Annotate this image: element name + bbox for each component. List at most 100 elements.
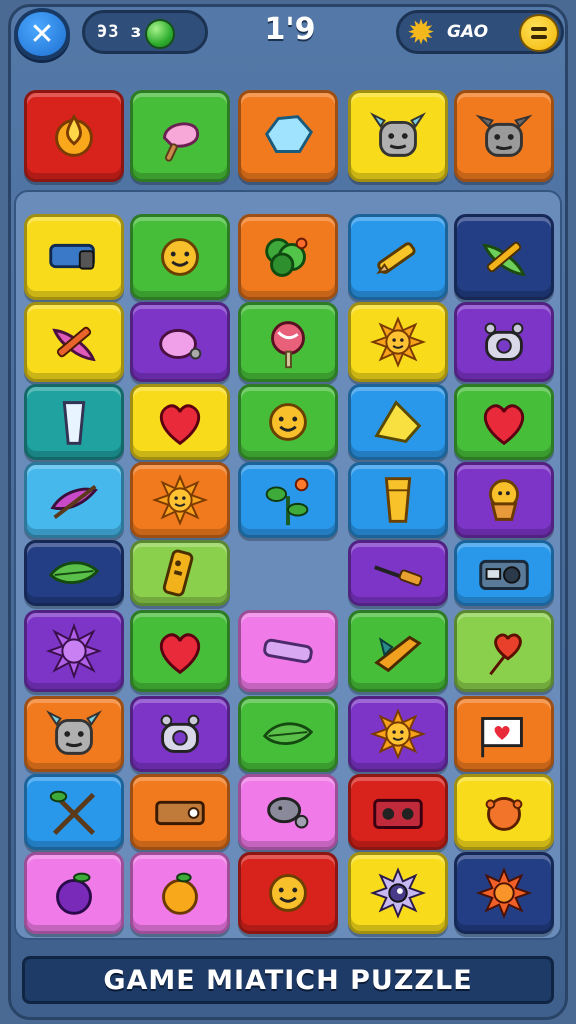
robot-face-icon <box>45 710 103 755</box>
game-tile[interactable] <box>130 90 230 182</box>
game-tile[interactable] <box>130 384 230 460</box>
game-tile[interactable] <box>24 462 124 538</box>
game-tile[interactable] <box>24 852 124 934</box>
close-button[interactable]: ✕ <box>14 8 70 60</box>
smiley-face-icon <box>269 874 307 912</box>
game-tile[interactable] <box>454 90 554 182</box>
game-tile[interactable] <box>454 540 554 606</box>
footer-banner: GAME MIATICH PUZZLE <box>22 956 554 1004</box>
game-tile[interactable] <box>348 540 448 606</box>
game-tile[interactable] <box>130 302 230 382</box>
rocket-icon <box>374 635 422 673</box>
sun-icon <box>151 474 209 526</box>
game-tile[interactable] <box>24 774 124 850</box>
counter-value: ЭЗ ɜ <box>97 22 142 42</box>
level-number: 1'9 <box>264 12 316 47</box>
brush-icon <box>52 326 96 362</box>
game-tile[interactable] <box>130 696 230 772</box>
game-tile[interactable] <box>130 610 230 692</box>
glass-icon <box>62 401 86 445</box>
pencil-icon <box>376 242 416 274</box>
heart-icon <box>159 404 201 446</box>
game-tile[interactable] <box>238 774 338 850</box>
menu-button[interactable] <box>519 14 559 52</box>
spiky-ball-icon <box>45 622 103 680</box>
game-tile[interactable] <box>130 852 230 934</box>
game-tile[interactable] <box>238 852 338 934</box>
robot-toy-icon <box>160 714 200 753</box>
boombox-icon <box>373 798 423 829</box>
game-tile[interactable] <box>348 302 448 382</box>
game-tile[interactable] <box>238 462 338 538</box>
game-tile[interactable] <box>24 610 124 692</box>
monster-face-icon <box>475 114 533 157</box>
feather-pen-icon <box>50 484 98 519</box>
game-tile[interactable] <box>238 90 338 182</box>
whistle-icon <box>159 328 202 360</box>
cup-icon <box>384 477 412 523</box>
score-label: GAO <box>447 22 489 42</box>
game-tile[interactable] <box>24 214 124 300</box>
cupcake-icon <box>488 479 520 521</box>
game-tile[interactable] <box>348 462 448 538</box>
game-tile[interactable] <box>238 302 338 382</box>
smiley-face-icon <box>161 238 199 276</box>
game-tile[interactable] <box>348 610 448 692</box>
game-tile[interactable] <box>130 774 230 850</box>
game-tile[interactable] <box>238 384 338 460</box>
robot-face-icon <box>369 112 427 157</box>
game-tile[interactable] <box>130 540 230 606</box>
crystal-icon <box>264 115 314 153</box>
snail-icon <box>267 796 309 829</box>
game-tile[interactable] <box>454 302 554 382</box>
empty-cell <box>238 540 338 606</box>
balloon-heart-icon <box>489 633 522 676</box>
heart-icon <box>483 404 525 446</box>
leaf-icon <box>48 561 100 584</box>
game-tile[interactable] <box>238 214 338 300</box>
lollipop-icon <box>271 321 305 369</box>
game-tile[interactable] <box>24 540 124 606</box>
sun-icon <box>369 708 427 760</box>
game-tile[interactable] <box>454 696 554 772</box>
ball-icon <box>485 796 523 831</box>
game-tile[interactable] <box>348 696 448 772</box>
gear-icon[interactable]: ✹ <box>403 15 439 51</box>
screwdriver-icon <box>374 565 423 587</box>
game-tile[interactable] <box>348 852 448 934</box>
close-icon: ✕ <box>29 16 55 52</box>
sun-icon <box>369 316 427 368</box>
game-tile[interactable] <box>348 384 448 460</box>
top-bar: ✕ ЭЗ ɜ 1'9 ✹ GAO <box>0 0 576 66</box>
plum-icon <box>56 872 92 915</box>
gem-icon <box>145 19 175 49</box>
game-tile[interactable] <box>238 696 338 772</box>
game-tile[interactable] <box>454 384 554 460</box>
score-pill: ✹ GAO <box>396 10 564 54</box>
game-tile[interactable] <box>454 610 554 692</box>
robot-toy-icon <box>484 322 524 361</box>
star-ball-icon <box>475 867 533 919</box>
game-tile[interactable] <box>24 302 124 382</box>
game-tile[interactable] <box>454 852 554 934</box>
leaf-bunch-icon <box>265 237 308 277</box>
game-title: GAME MIATICH PUZZLE <box>103 964 473 996</box>
pencil-leaf-icon <box>482 241 526 277</box>
game-tile[interactable] <box>24 384 124 460</box>
game-tile[interactable] <box>24 696 124 772</box>
game-tile[interactable] <box>454 774 554 850</box>
game-tile[interactable] <box>454 462 554 538</box>
game-tile[interactable] <box>238 610 338 692</box>
game-tile[interactable] <box>348 774 448 850</box>
game-tile[interactable] <box>348 214 448 300</box>
game-tile[interactable] <box>348 90 448 182</box>
leaf-icon <box>262 722 314 745</box>
flower-icon <box>265 477 309 526</box>
game-tile[interactable] <box>130 214 230 300</box>
flag-heart-icon <box>481 717 523 758</box>
game-tile[interactable] <box>130 462 230 538</box>
ticket-icon <box>155 800 205 826</box>
game-tile[interactable] <box>24 90 124 182</box>
crossed-tools-icon <box>49 790 96 836</box>
game-tile[interactable] <box>454 214 554 300</box>
